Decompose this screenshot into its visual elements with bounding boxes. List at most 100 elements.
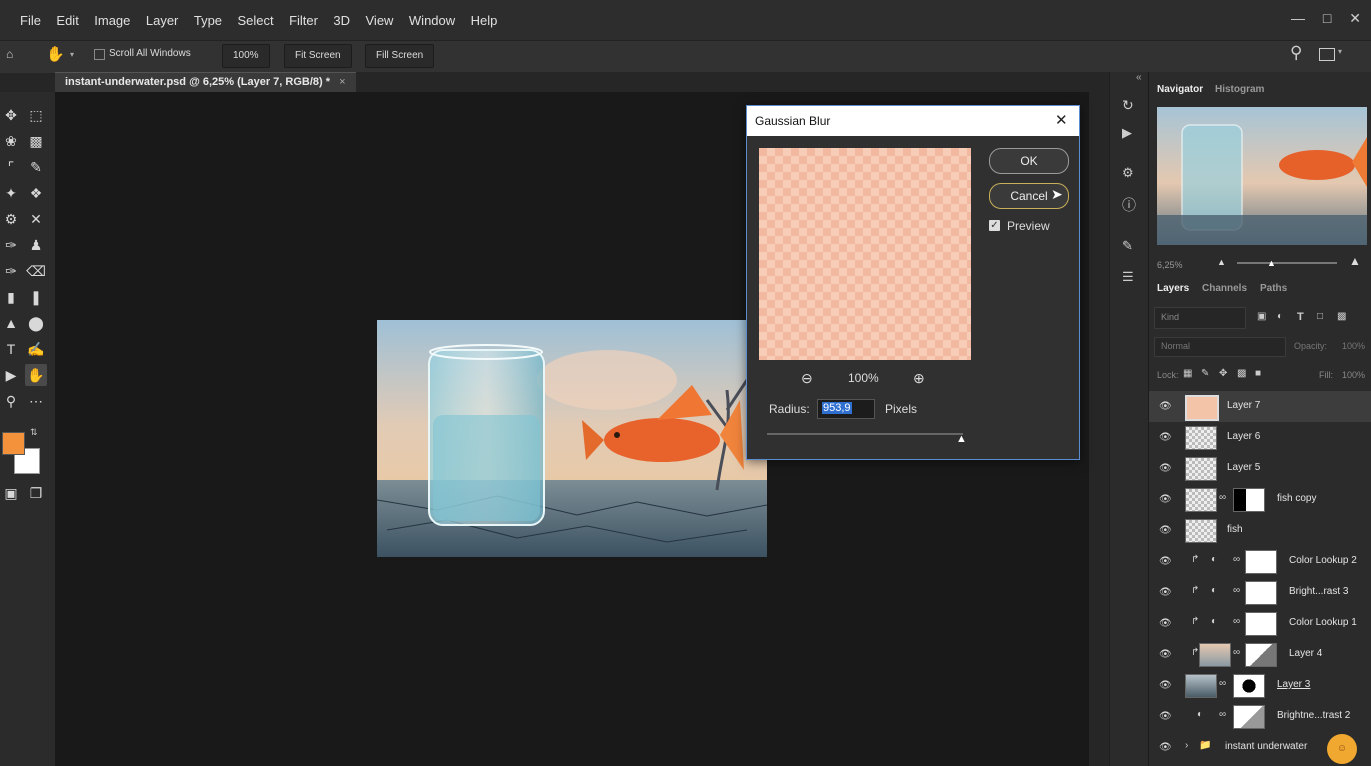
- document-tab-close-icon[interactable]: ×: [339, 76, 345, 88]
- eyedropper-tool-icon[interactable]: ✎: [25, 156, 47, 178]
- spot-heal-tool-icon[interactable]: ✦: [0, 182, 22, 204]
- blur-preview[interactable]: [759, 148, 971, 360]
- link-chain-icon[interactable]: ∞: [1219, 492, 1226, 503]
- zoom-out-mountain-icon[interactable]: ▲: [1217, 257, 1226, 267]
- group-expand-chevron-icon[interactable]: ›: [1185, 740, 1188, 751]
- visibility-eye-icon[interactable]: 👁: [1159, 680, 1172, 691]
- gradient-tool-icon[interactable]: ▮: [0, 286, 22, 308]
- visibility-eye-icon[interactable]: 👁: [1159, 401, 1172, 412]
- layer-row[interactable]: 👁 ↱ ∞ Layer 4: [1149, 639, 1371, 670]
- move-tool-icon[interactable]: ✥: [0, 104, 22, 126]
- radius-input[interactable]: 953,9: [817, 399, 875, 419]
- menu-file[interactable]: File: [20, 13, 41, 28]
- document-tab[interactable]: instant-underwater.psd @ 6,25% (Layer 7,…: [55, 72, 356, 93]
- visibility-eye-icon[interactable]: 👁: [1159, 525, 1172, 536]
- layer-mask-thumbnail[interactable]: [1245, 643, 1277, 667]
- filter-shape-icon[interactable]: □: [1317, 311, 1323, 322]
- link-chain-icon[interactable]: ∞: [1233, 647, 1240, 658]
- tab-navigator[interactable]: Navigator: [1157, 84, 1203, 95]
- tab-histogram[interactable]: Histogram: [1215, 84, 1264, 95]
- blend-mode-select[interactable]: Normal: [1154, 337, 1286, 357]
- navigator-zoom-slider[interactable]: [1237, 262, 1337, 264]
- link-chain-icon[interactable]: ∞: [1219, 678, 1226, 689]
- dialog-titlebar[interactable]: Gaussian Blur ✕: [747, 106, 1079, 136]
- layer-mask-thumbnail[interactable]: [1245, 581, 1277, 605]
- quick-mask-icon[interactable]: ▣: [0, 482, 22, 504]
- menu-filter[interactable]: Filter: [289, 13, 318, 28]
- layer-mask-thumbnail[interactable]: [1245, 550, 1277, 574]
- layer-row[interactable]: 👁 ∞ Layer 3: [1149, 670, 1371, 701]
- lasso-tool-icon[interactable]: ❀: [0, 130, 22, 152]
- foreground-color-swatch[interactable]: [2, 432, 25, 455]
- radius-slider-thumb[interactable]: ▲: [956, 433, 967, 445]
- minimize-button[interactable]: —: [1291, 10, 1305, 26]
- link-chain-icon[interactable]: ∞: [1233, 554, 1240, 565]
- search-icon[interactable]: ⚲: [1290, 43, 1302, 63]
- object-select-tool-icon[interactable]: ▩: [25, 130, 47, 152]
- menu-3d[interactable]: 3D: [333, 13, 350, 28]
- layer-row[interactable]: 👁 ↱ ◐ ∞ Bright...rast 3: [1149, 577, 1371, 608]
- path-pen-icon[interactable]: ✍: [25, 338, 47, 360]
- link-chain-icon[interactable]: ∞: [1233, 616, 1240, 627]
- clone-stamp-tool-icon[interactable]: ♟: [25, 234, 47, 256]
- document-image[interactable]: [377, 320, 767, 557]
- visibility-eye-icon[interactable]: 👁: [1159, 432, 1172, 443]
- restore-button[interactable]: □: [1323, 10, 1331, 26]
- zoom-100-button[interactable]: 100%: [222, 44, 270, 68]
- zoom-in-mountain-icon[interactable]: ▲: [1349, 254, 1361, 268]
- type-tool-icon[interactable]: T: [0, 338, 22, 360]
- layer-filter-select[interactable]: Kind: [1154, 307, 1246, 329]
- scroll-all-checkbox[interactable]: [94, 49, 105, 60]
- marquee-tool-icon[interactable]: ⬚: [25, 104, 47, 126]
- actions-play-icon[interactable]: ▶: [1122, 125, 1132, 141]
- collapse-panels-icon[interactable]: «: [1136, 72, 1142, 83]
- layer-row[interactable]: 👁 ∞ fish copy: [1149, 484, 1371, 515]
- zoom-tool-icon[interactable]: ⚲: [0, 390, 22, 412]
- screen-mode-icon[interactable]: ❐: [25, 482, 47, 504]
- pen-tool-icon[interactable]: ▲: [0, 312, 22, 334]
- navigator-slider-thumb[interactable]: ▲: [1267, 258, 1276, 268]
- layer-row[interactable]: 👁 fish: [1149, 515, 1371, 546]
- filter-adjustment-icon[interactable]: ◐: [1277, 311, 1283, 322]
- menu-edit[interactable]: Edit: [56, 13, 78, 28]
- lock-artboard-icon[interactable]: ▩: [1237, 368, 1246, 379]
- tab-channels[interactable]: Channels: [1202, 283, 1247, 294]
- layer-row[interactable]: 👁 ↱ ◐ ∞ Color Lookup 2: [1149, 546, 1371, 577]
- bandage-tool-icon[interactable]: ❖: [25, 182, 47, 204]
- layer-row[interactable]: 👁 Layer 7: [1149, 391, 1371, 422]
- visibility-eye-icon[interactable]: 👁: [1159, 649, 1172, 660]
- history-brush-icon[interactable]: ✑: [0, 260, 22, 282]
- layer-row[interactable]: 👁 ↱ ◐ ∞ Color Lookup 1: [1149, 608, 1371, 639]
- tool-preset-chevron-icon[interactable]: ▾: [70, 50, 74, 59]
- history-panel-icon[interactable]: ↻: [1122, 97, 1134, 114]
- menu-image[interactable]: Image: [94, 13, 130, 28]
- lock-transparent-icon[interactable]: ▦: [1183, 368, 1192, 379]
- crop-tool-icon[interactable]: ⌜: [0, 156, 22, 178]
- radius-slider-track[interactable]: [767, 433, 963, 435]
- menu-view[interactable]: View: [366, 13, 394, 28]
- navigator-thumbnail[interactable]: [1157, 107, 1367, 245]
- close-window-button[interactable]: ✕: [1349, 10, 1361, 26]
- lock-image-icon[interactable]: ✎: [1201, 368, 1209, 379]
- layer-row[interactable]: 👁 ◐ ∞ Brightne...trast 2: [1149, 701, 1371, 732]
- layer-row[interactable]: 👁 Layer 5: [1149, 453, 1371, 484]
- menu-select[interactable]: Select: [237, 13, 273, 28]
- filter-pixel-icon[interactable]: ▣: [1257, 311, 1266, 322]
- brush-settings-icon[interactable]: ✎: [1122, 238, 1133, 254]
- properties-panel-icon[interactable]: ⚙: [1122, 165, 1134, 181]
- adjustments-sliders-icon[interactable]: ☰: [1122, 269, 1134, 285]
- dodge-tool-icon[interactable]: ⬤: [25, 312, 47, 334]
- workspace-chevron-icon[interactable]: ▾: [1338, 47, 1342, 56]
- path-select-icon[interactable]: ▶: [0, 364, 22, 386]
- pencil-tool-icon[interactable]: ✑: [0, 234, 22, 256]
- layer-mask-thumbnail[interactable]: [1233, 705, 1265, 729]
- tab-layers[interactable]: Layers: [1157, 283, 1189, 294]
- visibility-eye-icon[interactable]: 👁: [1159, 587, 1172, 598]
- menu-type[interactable]: Type: [194, 13, 222, 28]
- hand-tool-active-icon[interactable]: ✋: [25, 364, 47, 386]
- layer-mask-thumbnail[interactable]: [1233, 674, 1265, 698]
- menu-window[interactable]: Window: [409, 13, 455, 28]
- eraser-tool-icon[interactable]: ⌫: [25, 260, 47, 282]
- home-icon[interactable]: ⌂: [6, 47, 13, 61]
- link-chain-icon[interactable]: ∞: [1233, 585, 1240, 596]
